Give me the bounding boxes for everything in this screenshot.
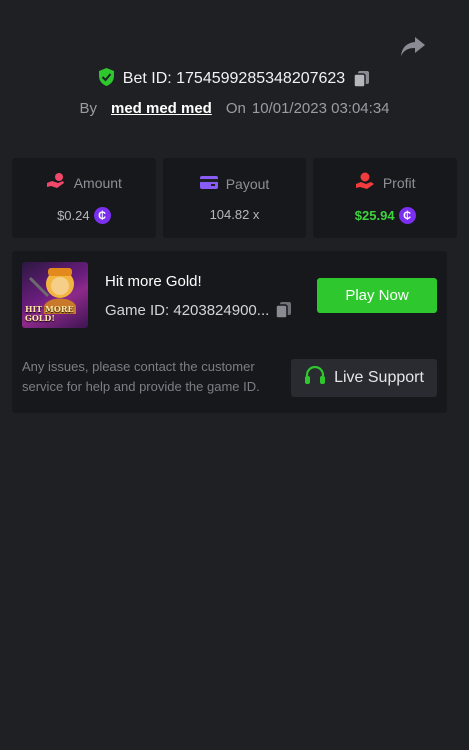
amount-value: $0.24 bbox=[57, 208, 90, 223]
game-id-text: Game ID: 4203824900... bbox=[105, 301, 270, 319]
copy-icon[interactable] bbox=[353, 70, 371, 88]
hand-coins-icon bbox=[46, 172, 66, 193]
stat-profit: Profit $25.94 ₵ bbox=[313, 158, 458, 238]
coin-icon: ₵ bbox=[398, 207, 416, 224]
game-title: Hit more Gold! bbox=[105, 273, 202, 290]
hand-money-icon bbox=[355, 172, 375, 193]
profit-value: $25.94 bbox=[354, 208, 395, 223]
user-name-link[interactable]: med med med bbox=[111, 100, 212, 117]
bet-id-text: Bet ID: 1754599285348207623 bbox=[122, 70, 346, 87]
payout-label: Payout bbox=[225, 175, 270, 192]
play-now-button[interactable]: Play Now bbox=[317, 278, 437, 313]
payout-value: 104.82 x bbox=[209, 206, 260, 222]
bet-meta-row: By med med med On 10/01/2023 03:04:34 bbox=[0, 97, 469, 119]
game-thumbnail[interactable]: HIT MORE GOLD! bbox=[22, 262, 88, 328]
stat-amount: Amount $0.24 ₵ bbox=[12, 158, 156, 238]
bet-timestamp: 10/01/2023 03:04:34 bbox=[251, 99, 390, 117]
headset-icon bbox=[304, 365, 326, 391]
profit-label: Profit bbox=[382, 174, 416, 191]
live-support-button[interactable]: Live Support bbox=[291, 359, 437, 397]
bet-stats: Amount $0.24 ₵ Payout 104.82 x Profit $2… bbox=[12, 158, 458, 238]
coin-icon: ₵ bbox=[93, 207, 111, 224]
shield-check-icon bbox=[98, 67, 115, 91]
by-label: By bbox=[79, 99, 97, 117]
wallet-icon bbox=[199, 175, 218, 193]
bet-id-row: Bet ID: 1754599285348207623 bbox=[0, 67, 469, 91]
game-thumbnail-text: HIT MORE GOLD! bbox=[25, 304, 74, 323]
stat-payout: Payout 104.82 x bbox=[162, 158, 307, 238]
on-label: On bbox=[225, 99, 246, 117]
share-icon[interactable] bbox=[398, 34, 428, 60]
game-card: HIT MORE GOLD! Hit more Gold! Game ID: 4… bbox=[12, 251, 447, 413]
help-text: Any issues, please contact the customer … bbox=[22, 359, 260, 394]
game-id-row: Game ID: 4203824900... bbox=[105, 301, 293, 319]
copy-icon[interactable] bbox=[275, 301, 293, 319]
amount-label: Amount bbox=[73, 174, 122, 191]
live-support-label: Live Support bbox=[334, 369, 424, 386]
